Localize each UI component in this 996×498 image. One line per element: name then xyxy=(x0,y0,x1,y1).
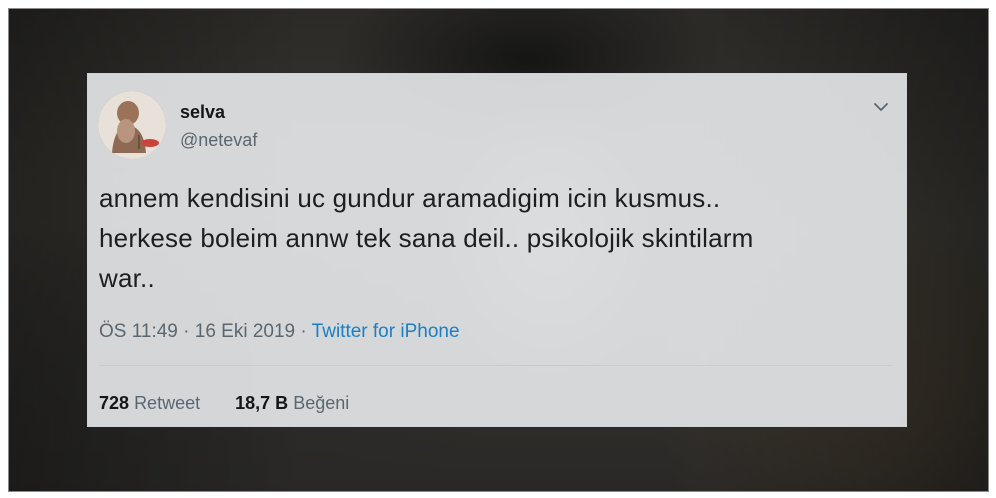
retweet-count: 728 xyxy=(99,393,130,413)
tweet-text-line: herkese boleim annw tek sana deil.. psik… xyxy=(99,223,754,253)
like-label: Beğeni xyxy=(293,393,350,413)
avatar[interactable] xyxy=(98,91,166,159)
background-photo: selva @netevaf annem kendisini uc gundur… xyxy=(8,8,989,492)
like-stat[interactable]: 18,7 B Beğeni xyxy=(235,393,349,413)
tweet-card: selva @netevaf annem kendisini uc gundur… xyxy=(87,73,907,427)
retweet-stat[interactable]: 728 Retweet xyxy=(99,393,205,413)
stats-divider xyxy=(99,365,892,366)
chevron-down-icon[interactable] xyxy=(872,98,890,116)
tweet-time[interactable]: ÖS 11:49 xyxy=(99,321,178,342)
tweet-source-link[interactable]: Twitter for iPhone xyxy=(312,321,460,342)
tweet-date[interactable]: 16 Eki 2019 xyxy=(195,321,295,342)
like-count: 18,7 B xyxy=(235,393,289,413)
tweet-text-line: war.. xyxy=(99,263,155,293)
user-handle[interactable]: @netevaf xyxy=(180,130,257,151)
tweet-meta: ÖS 11:49 · 16 Eki 2019 · Twitter for iPh… xyxy=(99,321,460,343)
tweet-stats: 728 Retweet 18,7 B Beğeni xyxy=(99,393,379,414)
avatar-image xyxy=(98,91,166,159)
tweet-text-line: annem kendisini uc gundur aramadigim ici… xyxy=(99,183,721,213)
meta-separator: · xyxy=(183,321,190,342)
display-name[interactable]: selva xyxy=(180,102,225,123)
tweet-text: annem kendisini uc gundur aramadigim ici… xyxy=(99,178,899,298)
meta-separator: · xyxy=(300,321,307,342)
retweet-label: Retweet xyxy=(134,393,201,413)
